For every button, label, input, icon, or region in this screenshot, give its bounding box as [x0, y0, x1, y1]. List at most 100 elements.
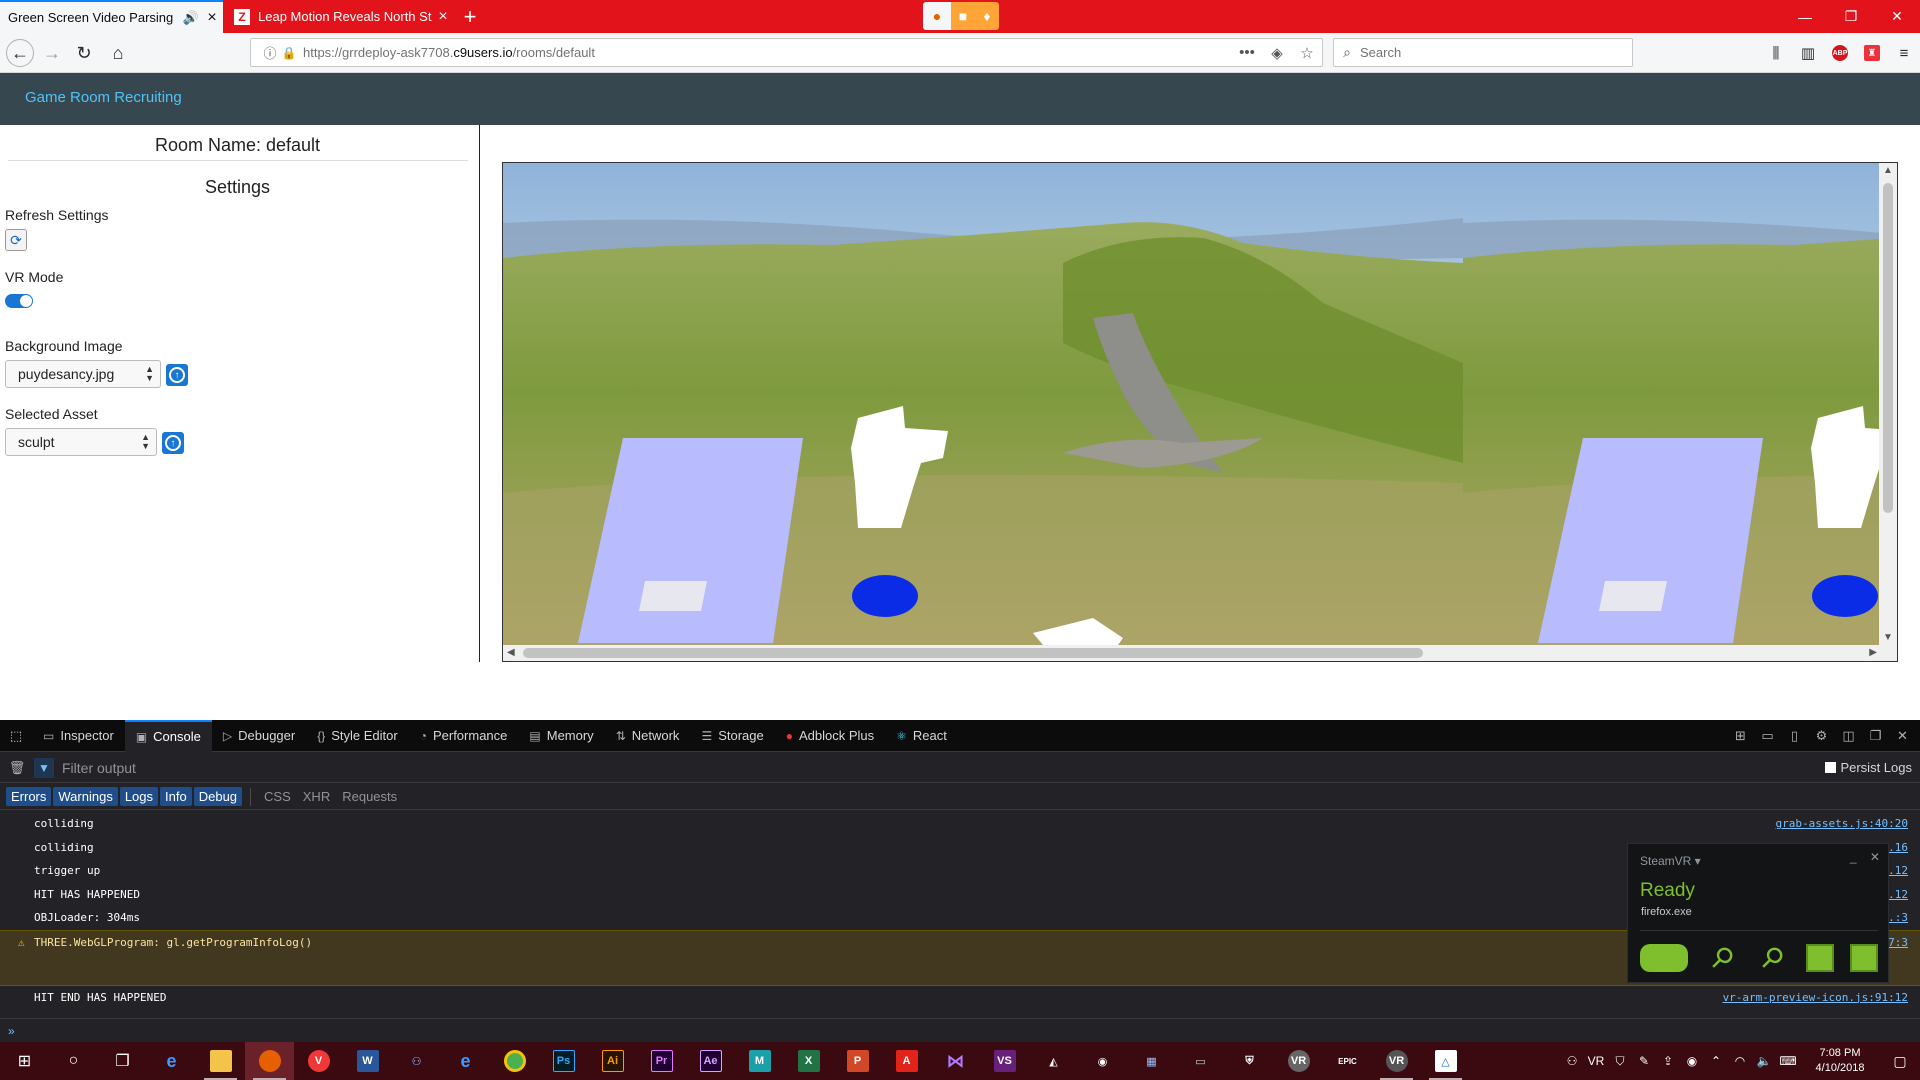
- filter-xhr[interactable]: XHR: [298, 787, 335, 806]
- close-tab-icon[interactable]: ×: [432, 8, 454, 26]
- scroll-left-icon[interactable]: ◀: [507, 647, 515, 658]
- page-actions-icon[interactable]: •••: [1232, 44, 1262, 61]
- steam-icon[interactable]: ◉: [1078, 1042, 1127, 1080]
- bookmark-star-icon[interactable]: ☆: [1292, 44, 1322, 62]
- horizontal-scroll-thumb[interactable]: [523, 648, 1423, 658]
- controller-icon[interactable]: ⚲: [1697, 934, 1745, 982]
- filter-warnings[interactable]: Warnings: [53, 787, 118, 806]
- tab-console[interactable]: ▣ Console: [124, 719, 212, 752]
- premiere-icon[interactable]: Pr: [637, 1042, 686, 1080]
- background-image-select[interactable]: puydesancy.jpg ▲ ▼: [5, 360, 161, 388]
- clock[interactable]: 7:08 PM 4/10/2018: [1800, 1046, 1880, 1076]
- restore-icon[interactable]: ❐: [1828, 0, 1874, 33]
- pen-tray-icon[interactable]: ✎: [1632, 1054, 1656, 1068]
- vr-viewport[interactable]: ▲ ▼ ◀ ▶: [502, 162, 1898, 662]
- filter-requests[interactable]: Requests: [337, 787, 402, 806]
- vr-app-icon[interactable]: VR: [1274, 1042, 1323, 1080]
- start-icon[interactable]: ⊞: [0, 1042, 49, 1080]
- filter-errors[interactable]: Errors: [6, 787, 52, 806]
- steamvr-window-controls[interactable]: _ ✕: [1850, 850, 1880, 864]
- selected-asset-select[interactable]: sculpt ▲ ▼: [5, 428, 157, 456]
- after-effects-icon[interactable]: Ae: [686, 1042, 735, 1080]
- steamvr-menu[interactable]: SteamVR ▾: [1640, 854, 1701, 868]
- chevron-up-icon[interactable]: ⌃: [1704, 1054, 1728, 1068]
- tab-storage[interactable]: ☰ Storage: [690, 720, 774, 752]
- persist-logs-checkbox[interactable]: Persist Logs: [1825, 760, 1912, 775]
- photoshop-icon[interactable]: Ps: [539, 1042, 588, 1080]
- close-window-icon[interactable]: ✕: [1874, 0, 1920, 33]
- close-tab-icon[interactable]: ×: [201, 9, 223, 27]
- brand-link[interactable]: Game Room Recruiting: [25, 89, 182, 106]
- sharing-indicator[interactable]: ● ■ ♦: [923, 2, 999, 30]
- tab-leap-motion[interactable]: Z Leap Motion Reveals North Star ×: [224, 0, 454, 33]
- library-icon[interactable]: ⫼: [1760, 39, 1792, 67]
- tab-debugger[interactable]: ▷ Debugger: [212, 720, 306, 752]
- vr-mode-toggle[interactable]: [5, 294, 33, 308]
- shield-tray-icon[interactable]: ⛉: [1608, 1054, 1632, 1069]
- oculus-icon[interactable]: △: [1421, 1042, 1470, 1080]
- adblock-plus-icon[interactable]: ABP: [1832, 45, 1848, 61]
- forward-button[interactable]: →: [38, 39, 66, 67]
- tab-react[interactable]: ⚛ React: [885, 720, 958, 752]
- speaker-icon[interactable]: 🔊: [181, 10, 201, 26]
- menu-icon[interactable]: ≡: [1888, 39, 1920, 67]
- notifications-icon[interactable]: ▢: [1880, 1053, 1920, 1070]
- cortana-icon[interactable]: ○: [49, 1042, 98, 1080]
- log-source-link[interactable]: vr-arm-preview-icon.js:91:12: [1723, 986, 1908, 1010]
- responsive-icon[interactable]: ▯: [1781, 728, 1808, 744]
- vr-scene[interactable]: [503, 163, 1879, 645]
- network-app-icon[interactable]: ⚇: [392, 1042, 441, 1080]
- filter-css[interactable]: CSS: [259, 787, 296, 806]
- vertical-scroll-thumb[interactable]: [1883, 183, 1893, 513]
- extension-icon[interactable]: ♜: [1864, 45, 1880, 61]
- maya-icon[interactable]: M: [735, 1042, 784, 1080]
- volume-icon[interactable]: 🔈: [1752, 1054, 1776, 1068]
- reload-button[interactable]: ↻: [70, 39, 98, 67]
- steamvr-window[interactable]: SteamVR ▾ _ ✕ Ready firefox.exe ⚲ ⚲: [1627, 843, 1889, 983]
- refresh-button[interactable]: ⟳: [5, 229, 27, 251]
- vertical-scrollbar[interactable]: ▲ ▼: [1879, 163, 1897, 645]
- people-icon[interactable]: ⚇: [1560, 1054, 1584, 1068]
- acrobat-icon[interactable]: A: [882, 1042, 931, 1080]
- scroll-down-icon[interactable]: ▼: [1883, 632, 1893, 643]
- split-console-icon[interactable]: ▭: [1754, 728, 1781, 744]
- filter-logs[interactable]: Logs: [119, 787, 159, 806]
- firefox-taskbar-icon[interactable]: [245, 1042, 294, 1080]
- epic-games-icon[interactable]: EPIC: [1323, 1042, 1372, 1080]
- wifi-icon[interactable]: ◠: [1728, 1054, 1752, 1068]
- frame-select-icon[interactable]: ⊞: [1727, 728, 1754, 744]
- background-upload-button[interactable]: ↑: [166, 364, 188, 386]
- file-explorer-icon[interactable]: [196, 1042, 245, 1080]
- base-station-icon[interactable]: [1850, 944, 1878, 972]
- tab-adblock-plus[interactable]: ● Adblock Plus: [775, 720, 885, 752]
- clear-console-icon[interactable]: 🗑: [0, 760, 34, 776]
- element-picker-icon[interactable]: ⬚: [0, 720, 32, 752]
- tab-memory[interactable]: ▤ Memory: [518, 720, 604, 752]
- new-tab-button[interactable]: +: [456, 3, 484, 31]
- scroll-up-icon[interactable]: ▲: [1883, 165, 1893, 176]
- visual-studio-preview-icon[interactable]: VS: [980, 1042, 1029, 1080]
- scroll-right-icon[interactable]: ▶: [1869, 647, 1877, 658]
- asset-upload-button[interactable]: ↑: [162, 432, 184, 454]
- console-input[interactable]: »: [0, 1018, 1920, 1042]
- filter-debug[interactable]: Debug: [193, 787, 243, 806]
- security-icon[interactable]: ⛨: [1225, 1042, 1274, 1080]
- illustrator-icon[interactable]: Ai: [588, 1042, 637, 1080]
- info-icon[interactable]: ⓘ: [259, 43, 281, 62]
- headset-icon[interactable]: [1640, 944, 1688, 972]
- excel-icon[interactable]: X: [784, 1042, 833, 1080]
- tab-style-editor[interactable]: {} Style Editor: [306, 720, 409, 752]
- tab-performance[interactable]: ◔ Performance: [409, 720, 519, 752]
- settings-gear-icon[interactable]: ⚙: [1808, 728, 1835, 744]
- dock-side-icon[interactable]: ◫: [1835, 728, 1862, 744]
- edge-icon[interactable]: e: [147, 1042, 196, 1080]
- back-button[interactable]: ←: [6, 39, 34, 67]
- minimize-icon[interactable]: —: [1782, 0, 1828, 33]
- upload-tray-icon[interactable]: ⇪: [1656, 1054, 1680, 1068]
- tab-network[interactable]: ⇅ Network: [605, 720, 691, 752]
- steamvr-taskbar-icon[interactable]: VR: [1372, 1042, 1421, 1080]
- home-button[interactable]: ⌂: [104, 39, 132, 67]
- url-bar[interactable]: ⓘ 🔒 https://grrdeploy-ask7708.c9users.io…: [250, 38, 1323, 67]
- ie-icon[interactable]: e: [441, 1042, 490, 1080]
- unity-icon[interactable]: ◭: [1029, 1042, 1078, 1080]
